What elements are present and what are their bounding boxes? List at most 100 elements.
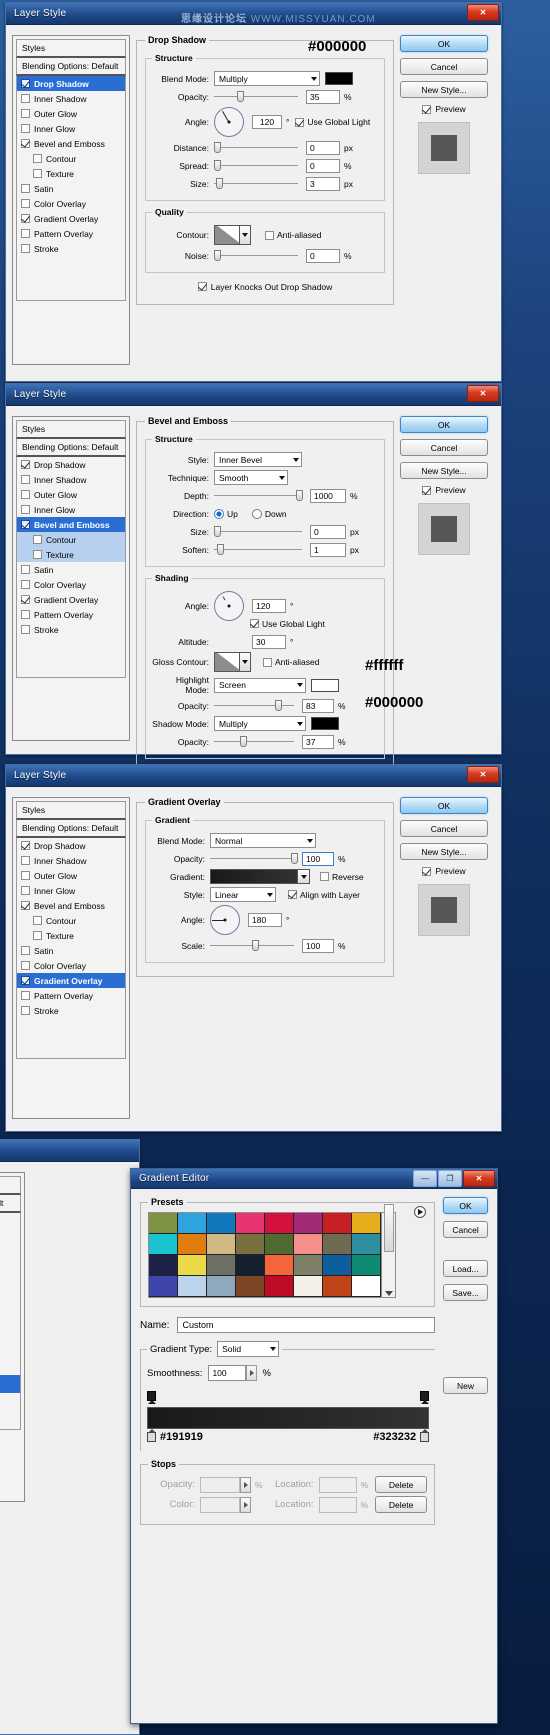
- sidebar-item-gradient-overlay[interactable]: Gradient Overlay: [17, 592, 125, 607]
- sidebar-item-stroke[interactable]: Stroke: [17, 1003, 125, 1018]
- new-button[interactable]: New: [443, 1377, 488, 1394]
- shadow-opacity-slider[interactable]: [214, 735, 294, 748]
- preset-swatch[interactable]: [294, 1276, 323, 1297]
- sidebar-item-pattern-overlay[interactable]: Pattern Overlay: [17, 607, 125, 622]
- close-icon[interactable]: ✕: [463, 1170, 495, 1187]
- preset-swatch[interactable]: [236, 1276, 265, 1297]
- sidebar-item-contour[interactable]: Contour: [0, 1303, 20, 1321]
- titlebar[interactable]: Layer Style ✕: [6, 765, 501, 787]
- checkbox-color-overlay[interactable]: [21, 961, 30, 970]
- preset-swatch[interactable]: [149, 1234, 178, 1255]
- sidebar-item-inner-glow[interactable]: Inner Glow: [17, 883, 125, 898]
- delete-opacity-stop-button[interactable]: Delete: [375, 1476, 428, 1493]
- sidebar-item-bevel-and-emboss[interactable]: Bevel and Emboss: [0, 1285, 20, 1303]
- sidebar-item-texture[interactable]: Texture: [17, 928, 125, 943]
- preset-swatch[interactable]: [207, 1213, 236, 1234]
- checkbox-color-overlay[interactable]: [21, 199, 30, 208]
- checkbox-satin[interactable]: [21, 184, 30, 193]
- sidebar-item-inner-shadow[interactable]: Inner Shadow: [0, 1231, 20, 1249]
- new-style-button[interactable]: New Style...: [400, 843, 488, 860]
- noise-slider[interactable]: [214, 249, 298, 262]
- checkbox-inner-shadow[interactable]: [21, 475, 30, 484]
- presets-grid[interactable]: [148, 1212, 382, 1298]
- checkbox-texture[interactable]: [33, 550, 42, 559]
- checkbox-inner-shadow[interactable]: [21, 856, 30, 865]
- checkbox-drop-shadow[interactable]: [21, 841, 30, 850]
- angle-dial[interactable]: [214, 107, 244, 137]
- checkbox-preview[interactable]: [422, 104, 432, 114]
- checkbox-contour[interactable]: [33, 916, 42, 925]
- presets-scrollbar[interactable]: [382, 1204, 396, 1298]
- sidebar-item-bevel-and-emboss[interactable]: Bevel and Emboss: [17, 517, 125, 532]
- sidebar-item-drop-shadow[interactable]: Drop Shadow: [0, 1213, 20, 1231]
- preset-swatch[interactable]: [149, 1276, 178, 1297]
- checkbox-color-overlay[interactable]: [21, 580, 30, 589]
- sidebar-item-color-overlay[interactable]: Color Overlay: [17, 577, 125, 592]
- sidebar-item-bevel-and-emboss[interactable]: Bevel and Emboss: [17, 136, 125, 151]
- sidebar-item-gradient-overlay[interactable]: Gradient Overlay: [0, 1375, 20, 1393]
- checkbox-stroke[interactable]: [21, 244, 30, 253]
- sidebar-item-satin[interactable]: Satin: [0, 1339, 20, 1357]
- contour-dropdown[interactable]: [240, 225, 251, 245]
- contour-picker[interactable]: [214, 225, 251, 245]
- load-button[interactable]: Load...: [443, 1260, 488, 1277]
- sidebar-item-inner-shadow[interactable]: Inner Shadow: [17, 91, 125, 106]
- preset-swatch[interactable]: [149, 1213, 178, 1234]
- gradient-name-input[interactable]: Custom: [177, 1317, 436, 1333]
- highlight-opacity-input[interactable]: 83: [302, 698, 334, 713]
- technique-select[interactable]: Smooth: [214, 470, 288, 485]
- preset-swatch[interactable]: [323, 1213, 352, 1234]
- shadow-mode-select[interactable]: Multiply: [214, 716, 306, 731]
- spread-input[interactable]: 0: [306, 158, 340, 173]
- bevel-size-input[interactable]: 0: [310, 524, 346, 539]
- checkbox-gradient-overlay[interactable]: [21, 976, 30, 985]
- new-style-button[interactable]: New Style...: [400, 462, 488, 479]
- sidebar-item-color-overlay[interactable]: Color Overlay: [17, 958, 125, 973]
- titlebar[interactable]: Gradient Editor — ❐ ✕: [131, 1169, 497, 1189]
- preset-swatch[interactable]: [265, 1276, 294, 1297]
- depth-input[interactable]: 1000: [310, 488, 346, 503]
- delete-color-stop-button[interactable]: Delete: [375, 1496, 428, 1513]
- shadow-color-swatch[interactable]: [311, 717, 339, 730]
- checkbox-inner-glow[interactable]: [21, 505, 30, 514]
- spread-slider[interactable]: [214, 159, 298, 172]
- angle-input[interactable]: 120: [252, 115, 282, 129]
- go-scale-slider[interactable]: [210, 939, 294, 952]
- checkbox-bevel-and-emboss[interactable]: [21, 520, 30, 529]
- sidebar-item-contour[interactable]: Contour: [17, 151, 125, 166]
- checkbox-pattern-overlay[interactable]: [21, 229, 30, 238]
- opacity-stop-right[interactable]: [420, 1391, 430, 1404]
- checkbox-preview[interactable]: [422, 485, 432, 495]
- sidebar-item-contour[interactable]: Contour: [17, 913, 125, 928]
- ok-button[interactable]: OK: [400, 35, 488, 52]
- color-stop-left[interactable]: [147, 1429, 156, 1442]
- preset-swatch[interactable]: [265, 1213, 294, 1234]
- sidebar-item-stroke[interactable]: Stroke: [0, 1411, 20, 1429]
- sidebar-item-outer-glow[interactable]: Outer Glow: [0, 1249, 20, 1267]
- sidebar-item-satin[interactable]: Satin: [17, 562, 125, 577]
- preset-swatch[interactable]: [294, 1255, 323, 1276]
- checkbox-gradient-overlay[interactable]: [21, 214, 30, 223]
- sidebar-item-gradient-overlay[interactable]: Gradient Overlay: [17, 211, 125, 226]
- blending-options-item[interactable]: Blending Options: Default: [16, 439, 126, 457]
- ok-button[interactable]: OK: [400, 797, 488, 814]
- sidebar-item-color-overlay[interactable]: Color Overlay: [17, 196, 125, 211]
- sidebar-item-outer-glow[interactable]: Outer Glow: [17, 106, 125, 121]
- ok-button[interactable]: OK: [400, 416, 488, 433]
- checkbox-satin[interactable]: [21, 946, 30, 955]
- sidebar-item-stroke[interactable]: Stroke: [17, 622, 125, 637]
- close-icon[interactable]: ✕: [467, 385, 499, 402]
- sidebar-item-texture[interactable]: Texture: [0, 1321, 20, 1339]
- save-button[interactable]: Save...: [443, 1284, 488, 1301]
- shading-angle-dial[interactable]: [214, 591, 244, 621]
- checkbox-anti-aliased[interactable]: [263, 657, 272, 667]
- bevel-style-select[interactable]: Inner Bevel: [214, 452, 302, 467]
- soften-slider[interactable]: [214, 543, 302, 556]
- preset-swatch[interactable]: [265, 1255, 294, 1276]
- sidebar-item-satin[interactable]: Satin: [17, 181, 125, 196]
- stop-color-location-input[interactable]: [318, 1496, 357, 1513]
- distance-input[interactable]: 0: [306, 140, 340, 155]
- minimize-icon[interactable]: —: [413, 1170, 437, 1187]
- shading-angle-input[interactable]: 120: [252, 599, 286, 613]
- sidebar-item-drop-shadow[interactable]: Drop Shadow: [17, 838, 125, 853]
